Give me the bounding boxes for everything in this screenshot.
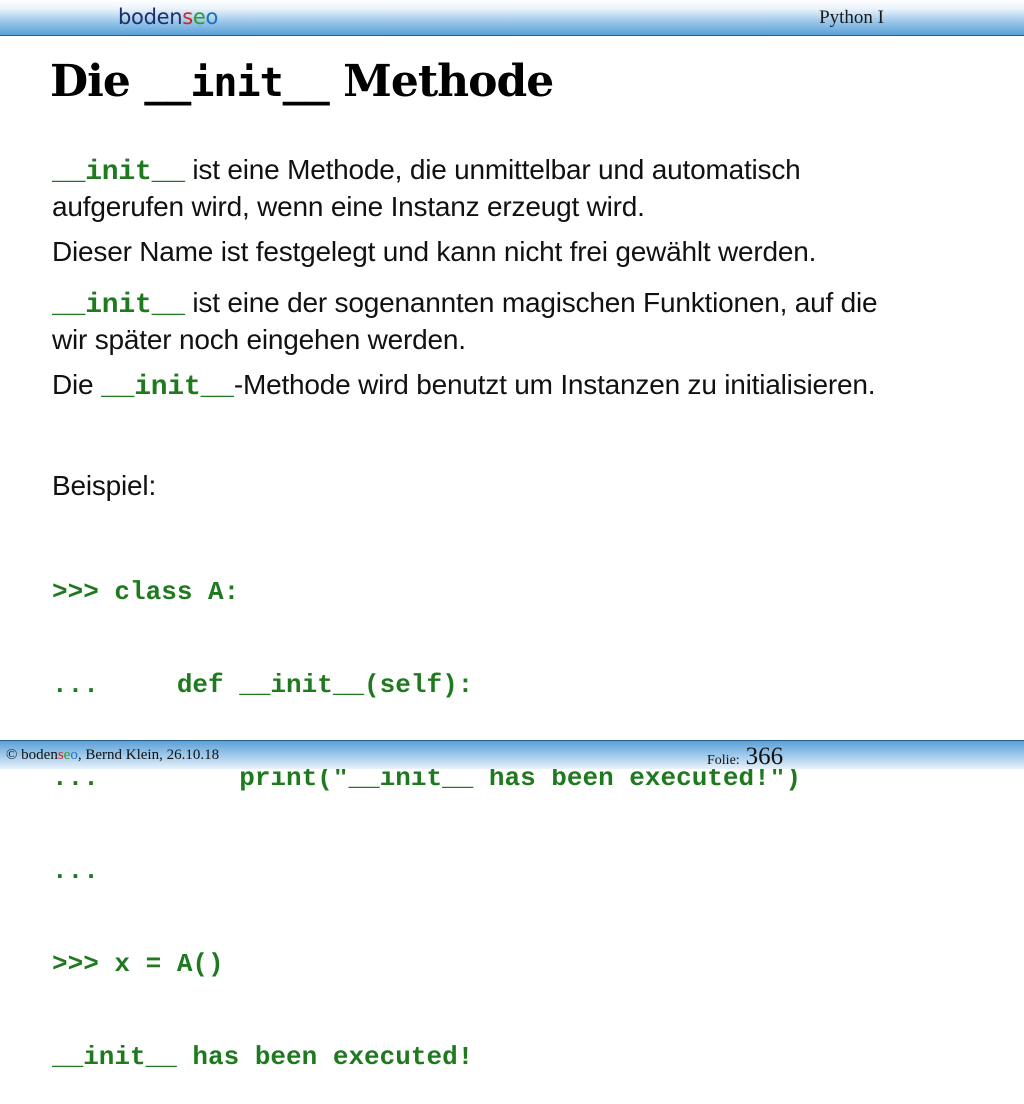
- paragraph-text: aufgerufen wird, wenn eine Instanz erzeu…: [52, 191, 645, 222]
- logo-letter-e: e: [192, 5, 206, 29]
- inline-code: __init__: [52, 290, 185, 321]
- title-prefix: Die: [50, 56, 145, 107]
- slide-title: Die __init__ Methode: [50, 56, 554, 107]
- footer-credit: © bodenseo, Bernd Klein, 26.10.18: [6, 747, 219, 764]
- paragraph-text: ist eine der sogenannten magischen Funkt…: [184, 287, 878, 318]
- footer-bar: © bodenseo, Bernd Klein, 26.10.18 Folie:…: [0, 740, 1024, 771]
- paragraph-text: -Methode wird benutzt um Instanzen zu in…: [233, 369, 876, 400]
- paragraph-text: ist eine Methode, die unmittelbar und au…: [184, 154, 801, 185]
- code-line: >>> x = A(): [52, 949, 224, 979]
- copyright-symbol: ©: [6, 747, 22, 763]
- inline-code: __init__: [101, 372, 234, 403]
- code-line: >>> class A:: [52, 577, 240, 607]
- title-code: __init__: [144, 60, 330, 106]
- footer-brand-o: o: [70, 747, 78, 763]
- paragraph-text: wir später noch eingehen werden.: [52, 324, 466, 355]
- paragraph-text: Die: [52, 369, 101, 400]
- paragraph-init-definition: __init__ ist eine Methode, die unmittelb…: [52, 153, 801, 224]
- footer-author-date: , Bernd Klein, 26.10.18: [77, 747, 220, 763]
- slide-number: Folie: 366: [707, 743, 783, 771]
- code-line: ... def __init__(self):: [52, 670, 474, 700]
- paragraph-magic-functions: __init__ ist eine der sogenannten magisc…: [52, 286, 878, 357]
- logo-text: boden: [118, 5, 183, 29]
- header-bar: bodenseo Python I: [0, 0, 1024, 36]
- folie-label: Folie:: [707, 753, 740, 768]
- logo-letter-o: o: [205, 5, 219, 29]
- paragraph-name-fixed: Dieser Name ist festgelegt und kann nich…: [52, 236, 817, 267]
- code-output-line: __init__ has been executed!: [52, 1042, 474, 1072]
- footer-brand: boden: [21, 747, 58, 763]
- folie-number: 366: [745, 743, 784, 770]
- course-title: Python I: [819, 7, 884, 28]
- title-suffix: Methode: [328, 56, 554, 107]
- example-label: Beispiel:: [52, 470, 157, 501]
- paragraph-init-purpose: Die __init__-Methode wird benutzt um Ins…: [52, 368, 876, 405]
- logo-letter-s: s: [182, 5, 193, 29]
- code-example: >>> class A: ... def __init__(self): ...…: [52, 515, 801, 1104]
- bodenseo-logo: bodenseo: [118, 5, 218, 29]
- inline-code: __init__: [52, 157, 185, 188]
- code-line: ...: [52, 856, 99, 886]
